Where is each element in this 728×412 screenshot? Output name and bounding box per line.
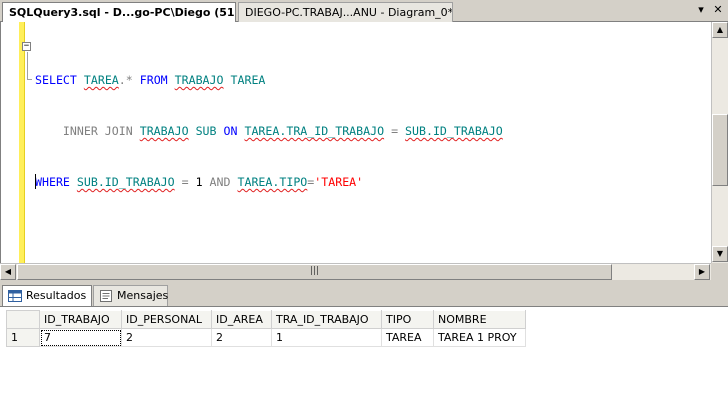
grid-cell[interactable]: 1 (271, 328, 382, 347)
column-header[interactable]: NOMBRE (433, 310, 526, 329)
tab-sqlquery3[interactable]: SQLQuery3.sql - D...go-PC\Diego (51))* (2, 2, 236, 23)
row-number[interactable]: 1 (6, 328, 40, 347)
scroll-right-icon[interactable]: ▶ (694, 264, 710, 280)
horizontal-scroll-thumb[interactable]: ||| (17, 264, 612, 280)
code-line-3: WHERE SUB.ID_TRABAJO = 1 AND TAREA.TIPO=… (35, 175, 364, 189)
column-header[interactable]: TRA_ID_TRABAJO (271, 310, 382, 329)
outline-end (27, 79, 32, 80)
grid-cell[interactable]: 7 (39, 328, 122, 347)
table-row[interactable]: 1 7 2 2 1 TAREA TAREA 1 PROY (6, 328, 526, 347)
sql-code[interactable]: SELECT TAREA.* FROM TRABAJO TAREA INNER … (35, 38, 503, 225)
messages-icon (99, 290, 113, 302)
results-grid: ID_TRABAJO ID_PERSONAL ID_AREA TRA_ID_TR… (6, 310, 526, 347)
tab-resultados[interactable]: Resultados (2, 285, 92, 306)
tab-mensajes-label: Mensajes (117, 289, 169, 302)
query-editor[interactable]: − SELECT TAREA.* FROM TRABAJO TAREA INNE… (0, 22, 711, 263)
outline-line (27, 52, 28, 80)
results-grid-area: ID_TRABAJO ID_PERSONAL ID_AREA TRA_ID_TR… (0, 306, 728, 412)
grid-cell[interactable]: TAREA (381, 328, 434, 347)
code-line-1: SELECT TAREA.* FROM TRABAJO TAREA (35, 73, 266, 87)
scroll-up-icon[interactable]: ▲ (712, 22, 728, 38)
scroll-down-icon[interactable]: ▼ (712, 246, 728, 262)
grid-cell[interactable]: TAREA 1 PROY (433, 328, 526, 347)
tab-diagram[interactable]: DIEGO-PC.TRABAJ...ANU - Diagram_0* (238, 2, 453, 22)
collapse-icon[interactable]: − (22, 42, 31, 51)
column-header[interactable]: ID_TRABAJO (39, 310, 122, 329)
column-header[interactable]: TIPO (381, 310, 434, 329)
text-caret (35, 174, 36, 189)
vertical-scroll-thumb[interactable] (712, 114, 728, 186)
results-tab-strip: Resultados Mensajes (0, 283, 728, 306)
editor-vertical-scrollbar[interactable]: ▲ ▼ (711, 22, 728, 263)
tab-dropdown-icon[interactable]: ▾ (694, 3, 708, 17)
tab-resultados-label: Resultados (26, 289, 87, 302)
grid-cell[interactable]: 2 (121, 328, 212, 347)
editor-horizontal-scrollbar[interactable]: ◀ ||| ▶ (0, 263, 711, 280)
document-tab-strip: SQLQuery3.sql - D...go-PC\Diego (51))* D… (0, 0, 728, 23)
scroll-left-icon[interactable]: ◀ (0, 264, 16, 280)
column-header[interactable]: ID_PERSONAL (121, 310, 212, 329)
close-tab-icon[interactable]: ✕ (711, 3, 725, 17)
tab-mensajes[interactable]: Mensajes (93, 285, 168, 306)
grid-icon (8, 290, 22, 302)
code-line-2: INNER JOIN TRABAJO SUB ON TAREA.TRA_ID_T… (62, 124, 503, 138)
grid-header-row: ID_TRABAJO ID_PERSONAL ID_AREA TRA_ID_TR… (6, 310, 526, 329)
grid-corner[interactable] (6, 310, 40, 329)
grid-cell[interactable]: 2 (211, 328, 272, 347)
column-header[interactable]: ID_AREA (211, 310, 272, 329)
change-margin (19, 22, 25, 263)
